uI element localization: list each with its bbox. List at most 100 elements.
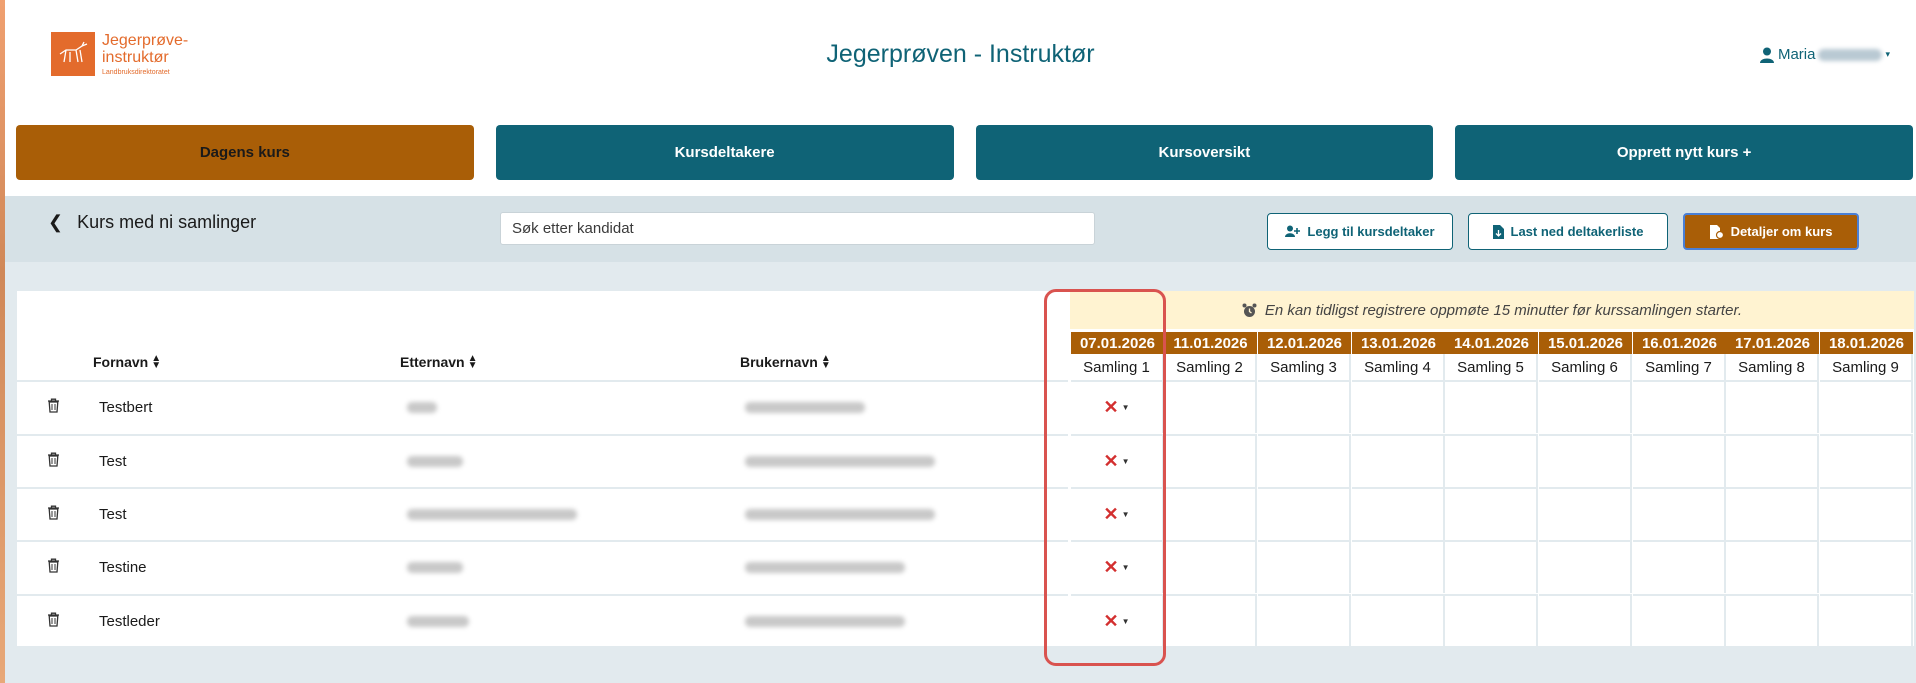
main-nav: Dagens kurs Kursdeltakere Kursoversikt O…	[16, 125, 1913, 180]
sort-icon: ▲ ▼	[820, 353, 831, 371]
session-label-header: Samling 9	[1820, 354, 1913, 380]
attendance-cell	[1445, 540, 1538, 593]
attendance-cell	[1164, 434, 1257, 487]
back-link[interactable]: ❮ Kurs med ni samlinger	[48, 212, 256, 233]
file-download-icon	[1492, 224, 1504, 239]
column-label: Brukernavn	[740, 354, 818, 370]
table-row: Test	[17, 434, 1068, 486]
firstname-cell: Testine	[99, 559, 147, 576]
lastname-redacted	[407, 402, 437, 413]
alarm-clock-icon	[1242, 303, 1257, 317]
course-details-button[interactable]: Detaljer om kurs	[1683, 213, 1859, 250]
user-name: Maria	[1777, 46, 1816, 63]
attendance-notice: En kan tidligst registrere oppmøte 15 mi…	[1070, 291, 1914, 329]
tab-dagens-kurs[interactable]: Dagens kurs	[16, 125, 474, 180]
session-date-header: 16.01.2026	[1633, 332, 1726, 354]
attendance-cell	[1633, 540, 1726, 593]
session-label-header: Samling 5	[1445, 354, 1538, 380]
session-label-header: Samling 3	[1258, 354, 1351, 380]
file-info-icon	[1709, 224, 1724, 239]
attendance-cell	[1258, 594, 1351, 647]
attendance-cell	[1164, 380, 1257, 433]
attendance-cell	[1726, 594, 1819, 647]
download-list-button[interactable]: Last ned deltakerliste	[1468, 213, 1668, 250]
session-date-header: 17.01.2026	[1726, 332, 1819, 354]
trash-icon[interactable]	[47, 505, 60, 525]
download-list-label: Last ned deltakerliste	[1510, 224, 1644, 239]
username-redacted	[745, 616, 905, 627]
attendance-cell	[1352, 380, 1445, 433]
attendance-cell	[1352, 434, 1445, 487]
trash-icon[interactable]	[47, 398, 60, 418]
column-header-fornavn[interactable]: Fornavn ▲ ▼	[93, 353, 162, 371]
username-redacted	[745, 456, 935, 467]
attendance-cell	[1258, 380, 1351, 433]
firstname-cell: Test	[99, 453, 127, 470]
table-row: Testine	[17, 540, 1068, 592]
attendance-cell	[1820, 540, 1913, 593]
attendance-cell	[1820, 380, 1913, 433]
column-label: Fornavn	[93, 354, 149, 370]
tab-kursoversikt[interactable]: Kursoversikt	[975, 125, 1434, 180]
attendance-cell	[1539, 594, 1632, 647]
table-row: Test	[17, 487, 1068, 539]
logo-subtitle: Landbruksdirektoratet	[102, 69, 170, 76]
trash-icon[interactable]	[47, 558, 60, 578]
session-date-header: 14.01.2026	[1445, 332, 1538, 354]
user-surname-redacted	[1818, 48, 1883, 61]
session-date-header: 15.01.2026	[1539, 332, 1632, 354]
attendance-cell	[1539, 540, 1632, 593]
add-participant-button[interactable]: Legg til kursdeltaker	[1267, 213, 1453, 250]
attendance-cell	[1258, 434, 1351, 487]
session-label-header: Samling 8	[1726, 354, 1819, 380]
attendance-cell	[1820, 594, 1913, 647]
candidate-search-input[interactable]	[500, 212, 1095, 245]
trash-icon[interactable]	[47, 452, 60, 472]
attendance-cell	[1539, 434, 1632, 487]
attendance-cell	[1352, 594, 1445, 647]
attendance-cell	[1539, 487, 1632, 540]
session-label-header: Samling 7	[1633, 354, 1726, 380]
column-label: Etternavn	[400, 354, 465, 370]
attendance-cell	[1352, 487, 1445, 540]
sort-icon: ▲ ▼	[467, 353, 478, 371]
tab-opprett-nytt-kurs[interactable]: Opprett nytt kurs +	[1455, 125, 1913, 180]
attendance-cell	[1445, 380, 1538, 433]
add-participant-label: Legg til kursdeltaker	[1307, 224, 1435, 239]
chevron-left-icon: ❮	[48, 212, 64, 232]
attendance-cell	[1820, 434, 1913, 487]
attendance-cell	[1445, 434, 1538, 487]
attendance-cell	[1633, 594, 1726, 647]
session-date-header: 11.01.2026	[1164, 332, 1257, 354]
column-header-brukernavn[interactable]: Brukernavn ▲ ▼	[740, 353, 831, 371]
firstname-cell: Testbert	[99, 399, 153, 416]
attendance-cell	[1258, 487, 1351, 540]
session-date-header: 13.01.2026	[1352, 332, 1445, 354]
attendance-cell	[1352, 540, 1445, 593]
attendance-cell	[1445, 594, 1538, 647]
table-row: Testbert	[17, 380, 1068, 432]
attendance-cell	[1164, 540, 1257, 593]
firstname-cell: Testleder	[99, 613, 160, 630]
attendance-cell	[1258, 540, 1351, 593]
username-redacted	[745, 562, 905, 573]
session-label-header: Samling 2	[1164, 354, 1257, 380]
column-header-etternavn[interactable]: Etternavn ▲ ▼	[400, 353, 478, 371]
page-title: Jegerprøven - Instruktør	[826, 40, 1095, 68]
session-date-header: 18.01.2026	[1820, 332, 1913, 354]
username-redacted	[745, 509, 935, 520]
course-name: Kurs med ni samlinger	[77, 212, 257, 232]
attendance-cell	[1445, 487, 1538, 540]
table-row: Testleder	[17, 594, 1068, 646]
chevron-down-icon: ▾	[1885, 49, 1890, 59]
attendance-cell	[1633, 380, 1726, 433]
user-icon	[1759, 47, 1774, 63]
trash-icon[interactable]	[47, 612, 60, 632]
sort-icon: ▲ ▼	[151, 353, 162, 371]
tab-kursdeltakere[interactable]: Kursdeltakere	[495, 125, 954, 180]
attendance-cell	[1726, 434, 1819, 487]
user-menu[interactable]: Maria ▾	[1759, 46, 1890, 63]
attendance-cell	[1164, 487, 1257, 540]
attendance-cell	[1164, 594, 1257, 647]
username-redacted	[745, 402, 865, 413]
